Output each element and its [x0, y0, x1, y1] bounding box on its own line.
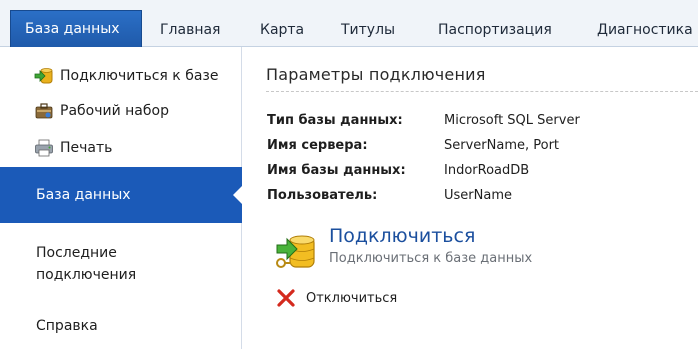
work-set-label: Рабочий набор	[60, 103, 169, 119]
nav-recent-connections-label: Последние подключения	[36, 245, 137, 283]
backstage-sidebar: Подключиться к базе Рабочий набор Печать…	[0, 47, 243, 349]
tab-home[interactable]: Главная	[160, 13, 220, 47]
printer-icon	[34, 138, 54, 158]
tab-database[interactable]: База данных	[10, 10, 142, 47]
nav-database[interactable]: База данных	[0, 167, 243, 223]
param-label: Имя сервера:	[267, 138, 368, 153]
section-divider	[266, 91, 698, 92]
print-label: Печать	[60, 140, 113, 156]
ribbon-tab-bar: База данных Главная Карта Титулы Паспорт…	[0, 0, 698, 47]
param-value: Microsoft SQL Server	[444, 113, 580, 128]
work-set-command[interactable]: Рабочий набор	[34, 100, 169, 122]
disconnect-label: Отключиться	[306, 290, 398, 306]
param-row-server-name: Имя сервера: ServerName, Port	[267, 138, 559, 153]
disconnect-button[interactable]: Отключиться	[276, 288, 397, 308]
param-label: Имя базы данных:	[267, 163, 406, 178]
param-row-user: Пользователь: UserName	[267, 188, 512, 203]
param-label: Пользователь:	[267, 188, 378, 203]
nav-recent-connections[interactable]: Последние подключения	[0, 242, 242, 286]
param-row-db-type: Тип базы данных: Microsoft SQL Server	[267, 113, 580, 128]
connect-title: Подключиться	[329, 225, 476, 247]
connect-database-icon	[34, 66, 54, 86]
tab-passportization[interactable]: Паспортизация	[438, 13, 552, 47]
print-command[interactable]: Печать	[34, 137, 113, 159]
connection-parameters-panel: Параметры подключения Тип базы данных: Mi…	[243, 47, 698, 349]
work-set-icon	[34, 101, 54, 121]
connect-to-database-command[interactable]: Подключиться к базе	[34, 65, 219, 87]
connect-subtitle: Подключиться к базе данных	[329, 251, 533, 266]
param-value: IndorRoadDB	[444, 163, 530, 178]
param-value: UserName	[444, 188, 512, 203]
tab-map[interactable]: Карта	[260, 13, 304, 47]
connect-button[interactable]: Подключиться Подключиться к базе данных	[274, 225, 574, 275]
red-x-icon	[276, 288, 296, 308]
section-title: Параметры подключения	[266, 65, 486, 84]
param-label: Тип базы данных:	[267, 113, 403, 128]
param-row-db-name: Имя базы данных: IndorRoadDB	[267, 163, 529, 178]
database-connect-icon	[274, 229, 318, 273]
connect-to-database-label: Подключиться к базе	[60, 68, 219, 84]
param-value: ServerName, Port	[444, 138, 560, 153]
tab-titles[interactable]: Титулы	[341, 13, 395, 47]
nav-help[interactable]: Справка	[0, 315, 242, 337]
tab-diagnostics[interactable]: Диагностика	[597, 13, 693, 47]
